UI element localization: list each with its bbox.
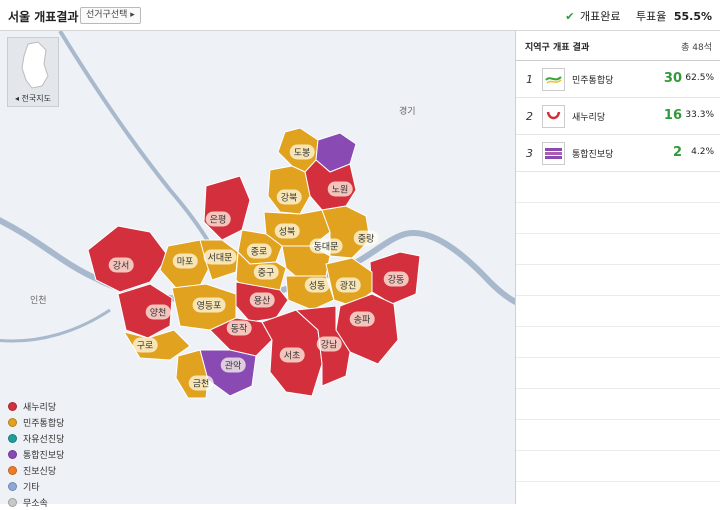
legend-dot-icon xyxy=(8,433,17,443)
legend-item: 민주통합당 xyxy=(8,414,64,430)
district-label[interactable]: 강북 xyxy=(276,189,302,205)
results-header: 지역구 개표 결과 총 48석 xyxy=(516,31,720,61)
district-label[interactable]: 성북 xyxy=(274,223,300,239)
result-rank: 2 xyxy=(526,110,533,123)
district-label[interactable]: 마포 xyxy=(172,253,198,269)
result-rank: 3 xyxy=(526,147,533,160)
check-icon: ✔ xyxy=(565,10,575,23)
district-label[interactable]: 동대문 xyxy=(309,238,343,254)
district-label[interactable]: 광진 xyxy=(335,277,361,293)
district-label[interactable]: 서대문 xyxy=(203,249,237,265)
korea-map-icon xyxy=(21,41,49,89)
empty-row xyxy=(516,451,720,482)
legend-label: 통합진보당 xyxy=(23,450,65,461)
empty-row xyxy=(516,420,720,451)
district-label[interactable]: 강서 xyxy=(108,257,134,273)
count-complete-label: 개표완료 xyxy=(579,10,621,23)
district-label[interactable]: 성동 xyxy=(304,277,330,293)
place-gyeonggi: 경기 xyxy=(399,107,416,117)
place-incheon: 인천 xyxy=(30,296,47,306)
district-label[interactable]: 은평 xyxy=(205,211,231,227)
results-title: 지역구 개표 결과 xyxy=(525,43,590,53)
legend-item: 자유선진당 xyxy=(8,430,64,446)
page-title: 서울 개표결과 xyxy=(8,10,79,24)
legend-label: 기타 xyxy=(23,482,40,493)
results-total: 총 48석 xyxy=(681,43,712,53)
legend-item: 새누리당 xyxy=(8,398,64,414)
district-label[interactable]: 영등포 xyxy=(192,297,226,313)
result-seats: 30 xyxy=(663,71,682,86)
result-rank: 1 xyxy=(526,73,533,86)
empty-row xyxy=(516,172,720,203)
legend-item: 진보신당 xyxy=(8,462,64,478)
turnout-label: 투표율 xyxy=(635,10,667,23)
empty-row xyxy=(516,234,720,265)
korea-map-label: ◂ 전국지도 xyxy=(15,94,51,103)
header: 서울 개표결과 선거구선택 ▸ ✔ 개표완료 투표율 55.5% xyxy=(0,0,720,31)
empty-row xyxy=(516,389,720,420)
district-label[interactable]: 강남 xyxy=(316,336,342,352)
result-party: 통합진보당 xyxy=(572,150,614,160)
district-label[interactable]: 금천 xyxy=(188,375,214,391)
korea-map-button[interactable]: ◂ 전국지도 xyxy=(7,37,59,107)
legend-label: 새누리당 xyxy=(23,402,57,413)
results-panel: 지역구 개표 결과 총 48석 1 민주통합당 30 62.5% 2 새누리당 … xyxy=(516,31,720,504)
minju-logo-icon xyxy=(542,68,565,91)
legend-dot-icon xyxy=(8,465,17,475)
jinbo-logo-icon xyxy=(542,142,565,165)
turnout-value: 55.5% xyxy=(673,10,712,23)
district-label[interactable]: 서초 xyxy=(279,347,305,363)
legend-label: 진보신당 xyxy=(23,466,57,477)
legend-item: 기타 xyxy=(8,478,64,494)
legend-item: 무소속 xyxy=(8,494,64,510)
result-seats: 2 xyxy=(672,145,682,160)
empty-row xyxy=(516,358,720,389)
district-label[interactable]: 양천 xyxy=(145,304,171,320)
empty-row xyxy=(516,327,720,358)
district-label[interactable]: 중랑 xyxy=(353,230,379,246)
river-branch-south xyxy=(0,308,111,343)
empty-row xyxy=(516,203,720,234)
empty-row xyxy=(516,296,720,327)
legend-item: 통합진보당 xyxy=(8,446,64,462)
result-percent: 33.3% xyxy=(685,110,714,120)
district-label[interactable]: 동작 xyxy=(226,320,252,336)
party-legend: 새누리당 민주통합당 자유선진당 통합진보당 진보신당 기타 무소속 xyxy=(8,398,64,510)
district-label[interactable]: 중구 xyxy=(253,264,279,280)
district-label[interactable]: 관악 xyxy=(220,357,246,373)
result-percent: 62.5% xyxy=(685,73,714,83)
district-label[interactable]: 구로 xyxy=(132,337,158,353)
result-row[interactable]: 1 민주통합당 30 62.5% xyxy=(516,61,720,98)
legend-dot-icon xyxy=(8,481,17,491)
empty-row xyxy=(516,265,720,296)
legend-dot-icon xyxy=(8,401,17,411)
district-label[interactable]: 용산 xyxy=(249,292,275,308)
seoul-map: ◂ 전국지도 경기 인천 도봉 노원 강북 은평 성북 중랑 종로 동대문 강서… xyxy=(0,31,516,504)
legend-dot-icon xyxy=(8,449,17,459)
count-status: ✔ 개표완료 투표율 55.5% xyxy=(565,8,712,24)
district-label[interactable]: 노원 xyxy=(327,181,353,197)
legend-dot-icon xyxy=(8,497,17,507)
result-row[interactable]: 2 새누리당 16 33.3% xyxy=(516,98,720,135)
district-label[interactable]: 종로 xyxy=(246,243,272,259)
legend-dot-icon xyxy=(8,417,17,427)
district-label[interactable]: 강동 xyxy=(383,271,409,287)
result-percent: 4.2% xyxy=(691,147,714,157)
district-select-button[interactable]: 선거구선택 ▸ xyxy=(80,7,141,24)
result-party: 민주통합당 xyxy=(572,76,614,86)
result-party: 새누리당 xyxy=(572,113,606,123)
district-label[interactable]: 송파 xyxy=(349,311,375,327)
saenuri-logo-icon xyxy=(542,105,565,128)
legend-label: 자유선진당 xyxy=(23,434,65,445)
legend-label: 민주통합당 xyxy=(23,418,65,429)
district-label[interactable]: 도봉 xyxy=(289,144,315,160)
result-seats: 16 xyxy=(663,108,682,123)
result-row[interactable]: 3 통합진보당 2 4.2% xyxy=(516,135,720,172)
legend-label: 무소속 xyxy=(23,498,48,509)
